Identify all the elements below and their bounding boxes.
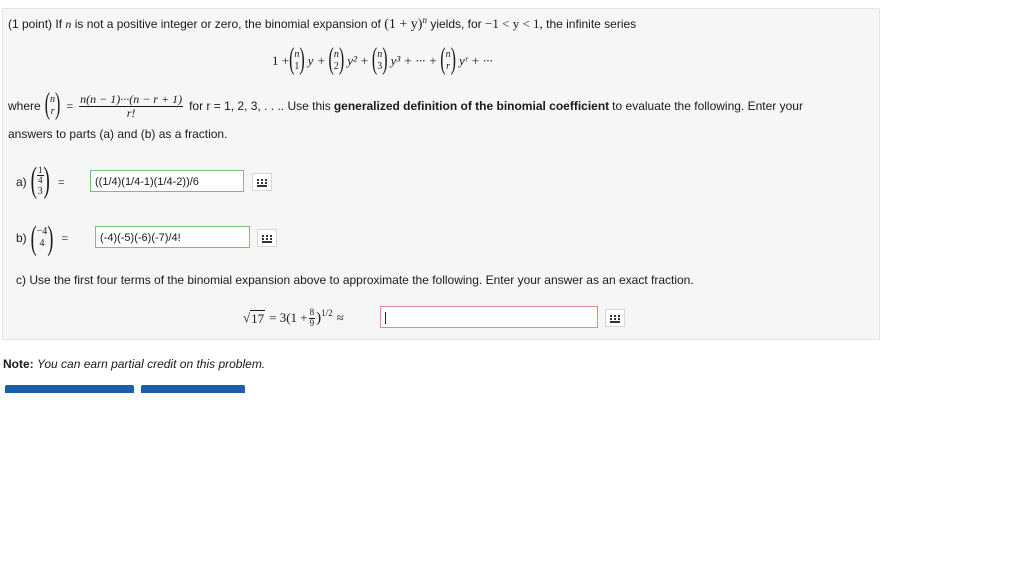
part-c-expression: √ 17 = 3(1 + 89 ) 1/2 ≈ [243, 307, 344, 328]
part-b-expression: b) ( −4 4 ) = [16, 218, 69, 257]
submit-answers-button[interactable] [141, 385, 245, 393]
equation-editor-icon[interactable] [252, 173, 272, 191]
partial-credit-note: Note: You can earn partial credit on thi… [3, 357, 266, 371]
problem-intro: (1 point) If n is not a positive integer… [8, 15, 637, 32]
instructions-line: answers to parts (a) and (b) as a fracti… [8, 127, 228, 141]
equation-editor-icon[interactable] [605, 309, 625, 327]
part-a-expression: a) ( 14 3 ) = [16, 161, 65, 201]
equation-editor-icon[interactable] [257, 229, 277, 247]
part-b-answer-input[interactable]: (-4)(-5)(-6)(-7)/4! [95, 226, 250, 248]
series-formula: 1 + (n 1) y + (n 2) y² + (n 3) y³ + ··· + (… [272, 43, 493, 77]
text-caret [385, 312, 386, 325]
preview-answers-button[interactable] [5, 385, 134, 393]
part-c-answer-input[interactable] [380, 306, 598, 328]
part-a-answer-input[interactable]: ((1/4)(1/4-1)(1/4-2))/6 [90, 170, 244, 192]
part-c-instructions: c) Use the first four terms of the binom… [16, 273, 694, 287]
definition-line: where (n r) = n(n − 1)···(n − r + 1) r! fo… [8, 88, 803, 122]
